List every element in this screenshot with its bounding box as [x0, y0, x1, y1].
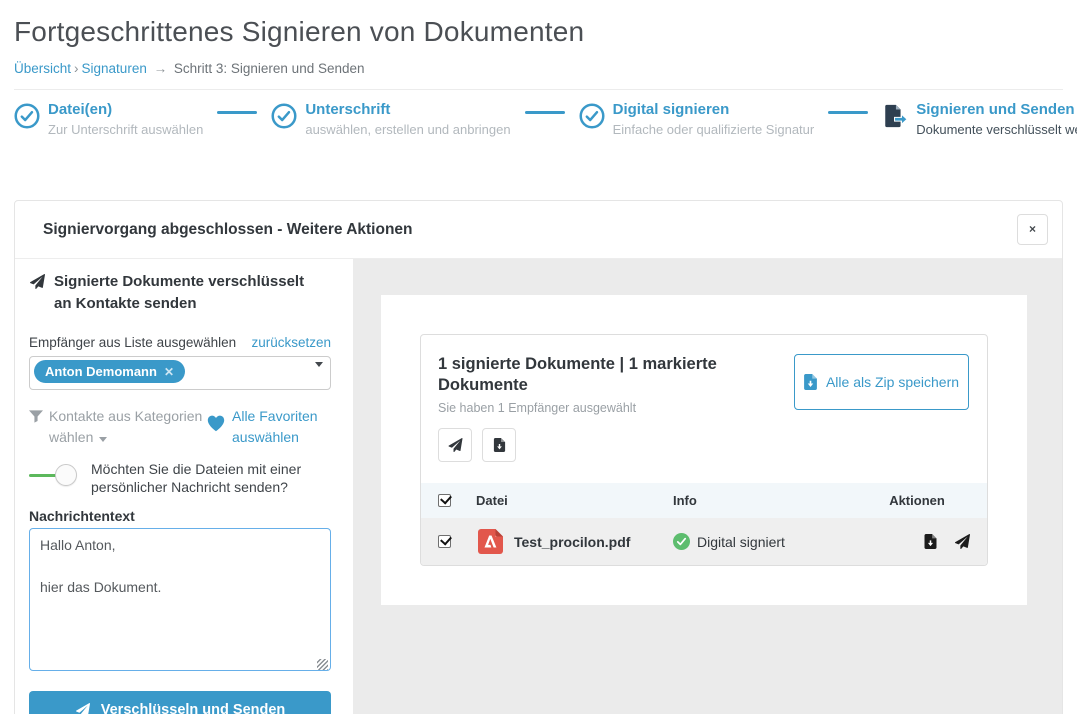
recipient-tag: Anton Demomann ✕ [34, 360, 185, 383]
documents-box: 1 signierte Dokumente | 1 markierte Doku… [420, 334, 988, 566]
recipient-tag-label: Anton Demomann [45, 364, 157, 379]
main-area: 1 signierte Dokumente | 1 markierte Doku… [353, 259, 1062, 714]
breadcrumb-arrow: → [154, 61, 168, 76]
check-circle-icon [14, 103, 40, 129]
filter-icon [29, 410, 43, 423]
download-file-icon[interactable] [923, 534, 938, 549]
breadcrumb-separator: › [74, 61, 79, 76]
panel-header: Signiervorgang abgeschlossen - Weitere A… [15, 201, 1062, 259]
send-icon [29, 274, 46, 289]
remove-tag-icon[interactable]: ✕ [164, 365, 174, 379]
save-all-zip-label: Alle als Zip speichern [826, 374, 959, 390]
categories-row: Kontakte aus Kategorien wählen Alle Favo… [29, 406, 331, 448]
file-status: Digital signiert [697, 534, 785, 550]
breadcrumb: Übersicht›Signaturen → Schritt 3: Signie… [14, 61, 1063, 76]
save-all-zip-button[interactable]: Alle als Zip speichern [794, 354, 969, 410]
step-signieren-und-senden[interactable]: Signieren und Senden Dokumente verschlüs… [882, 101, 1077, 137]
step-label: Unterschrift [305, 101, 510, 119]
step-dateien[interactable]: Datei(en) Zur Unterschrift auswählen [14, 101, 203, 137]
select-favorites-link[interactable]: Alle Favoriten auswählen [206, 406, 331, 448]
breadcrumb-link-signatures[interactable]: Signaturen [82, 61, 147, 76]
table-header-row: Datei Info Aktionen [421, 483, 987, 518]
categories-label: Kontakte aus Kategorien wählen [49, 408, 202, 445]
file-download-icon [804, 374, 817, 390]
toggle-knob[interactable] [55, 464, 77, 486]
table-row: Test_procilon.pdf Digital signiert [421, 518, 987, 565]
file-name[interactable]: Test_procilon.pdf [514, 534, 630, 550]
caret-down-icon [315, 362, 323, 367]
step-sublabel: auswählen, erstellen und anbringen [305, 122, 510, 137]
file-download-icon [492, 438, 507, 452]
bulk-action-buttons [421, 415, 987, 483]
step-sublabel: Dokumente verschlüsselt weiterleiten [916, 122, 1077, 137]
step-connector [828, 111, 868, 114]
sidebar-heading-text: Signierte Dokumente verschlüsselt an Kon… [54, 271, 319, 315]
pdf-file-icon [476, 527, 505, 556]
actions-panel: Signiervorgang abgeschlossen - Weitere A… [14, 200, 1063, 714]
send-icon [448, 438, 463, 452]
page-title: Fortgeschrittenes Signieren von Dokument… [14, 16, 1063, 48]
documents-box-header: 1 signierte Dokumente | 1 markierte Doku… [421, 335, 987, 415]
close-icon[interactable]: × [1017, 214, 1048, 245]
send-icon [75, 703, 91, 714]
column-header-aktionen: Aktionen [857, 493, 987, 508]
encrypt-and-send-button[interactable]: Verschlüsseln und Senden [29, 691, 331, 714]
heart-icon [206, 414, 226, 432]
breadcrumb-link-overview[interactable]: Übersicht [14, 61, 71, 76]
check-circle-icon [579, 103, 605, 129]
select-all-checkbox[interactable] [438, 494, 451, 507]
row-checkbox[interactable] [438, 535, 451, 548]
panel-title: Signiervorgang abgeschlossen - Weitere A… [29, 221, 413, 239]
reset-link[interactable]: zurücksetzen [251, 335, 331, 350]
send-file-icon[interactable] [955, 534, 970, 549]
step-label: Datei(en) [48, 101, 203, 119]
step-connector [217, 111, 257, 114]
step-label: Digital signieren [613, 101, 815, 119]
send-selected-button[interactable] [438, 428, 472, 462]
caret-down-icon [99, 437, 107, 442]
message-toggle[interactable] [29, 464, 77, 486]
advanced-signing-page: Fortgeschrittenes Signieren von Dokument… [0, 0, 1077, 714]
message-textarea[interactable]: Hallo Anton, hier das Dokument. [29, 528, 331, 671]
documents-subtitle: Sie haben 1 Empfänger ausgewählt [438, 401, 778, 415]
send-sidebar: Signierte Dokumente verschlüsselt an Kon… [15, 259, 353, 714]
message-label: Nachrichtentext [29, 508, 345, 524]
page-header: Fortgeschrittenes Signieren von Dokument… [0, 0, 1077, 90]
step-digital-signieren[interactable]: Digital signieren Einfache oder qualifiz… [579, 101, 815, 137]
recipient-row: Empfänger aus Liste ausgewählen zurückse… [29, 335, 331, 350]
personal-message-toggle-row: Möchten Sie die Dateien mit einer persön… [29, 460, 339, 496]
step-label: Signieren und Senden [916, 101, 1077, 119]
breadcrumb-current: Schritt 3: Signieren und Senden [174, 61, 365, 76]
recipient-select[interactable]: Anton Demomann ✕ [29, 356, 331, 390]
step-connector [525, 111, 565, 114]
step-unterschrift[interactable]: Unterschrift auswählen, erstellen und an… [271, 101, 510, 137]
check-circle-icon [271, 103, 297, 129]
recipient-label: Empfänger aus Liste ausgewählen [29, 335, 236, 350]
download-selected-button[interactable] [482, 428, 516, 462]
signed-check-icon [673, 533, 690, 550]
step-sublabel: Einfache oder qualifizierte Signatur [613, 122, 815, 137]
file-export-icon [882, 103, 908, 129]
categories-dropdown[interactable]: Kontakte aus Kategorien wählen [29, 406, 206, 448]
toggle-label: Möchten Sie die Dateien mit einer persön… [91, 460, 331, 496]
documents-title: 1 signierte Dokumente | 1 markierte Doku… [438, 354, 778, 396]
column-header-datei: Datei [476, 493, 673, 508]
panel-body: Signierte Dokumente verschlüsselt an Kon… [15, 259, 1062, 714]
favorites-label: Alle Favoriten auswählen [232, 406, 331, 448]
documents-card: 1 signierte Dokumente | 1 markierte Doku… [381, 295, 1027, 605]
step-sublabel: Zur Unterschrift auswählen [48, 122, 203, 137]
progress-steps: Datei(en) Zur Unterschrift auswählen Unt… [0, 90, 1077, 137]
sidebar-heading: Signierte Dokumente verschlüsselt an Kon… [29, 271, 319, 315]
encrypt-and-send-label: Verschlüsseln und Senden [101, 702, 286, 714]
column-header-info: Info [673, 493, 857, 508]
